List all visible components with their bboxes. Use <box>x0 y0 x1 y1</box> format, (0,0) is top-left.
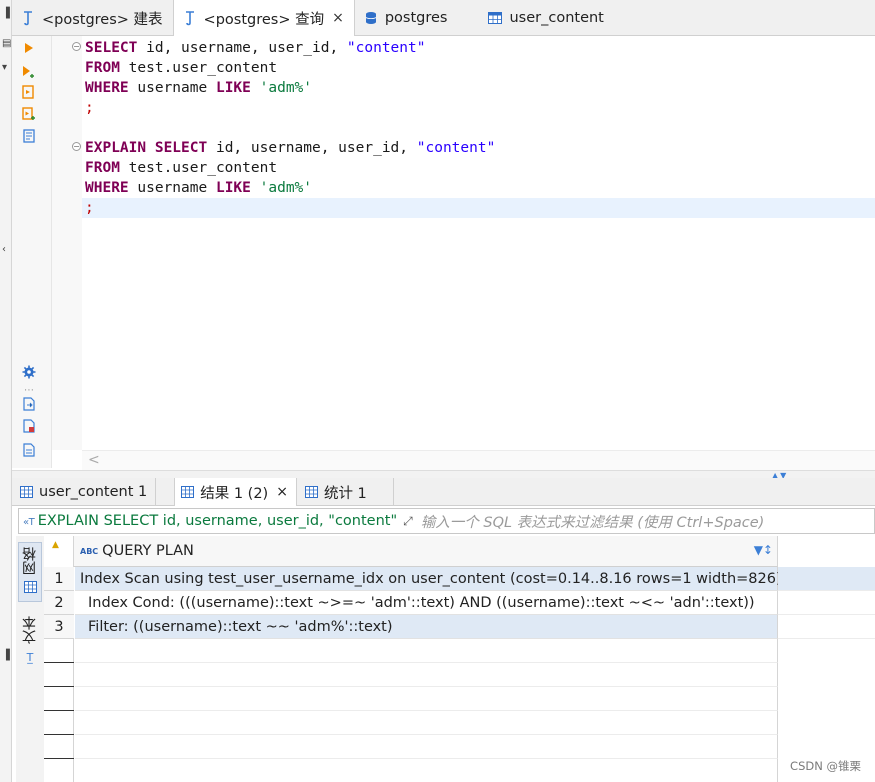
code-line: FROM test.user_content <box>85 160 278 176</box>
editor-tab-bar: <postgres> 建表 <postgres> 查询 × postgres u… <box>12 0 875 36</box>
tab-create-table[interactable]: <postgres> 建表 <box>12 0 173 36</box>
result-view-switcher: 网格 文本 T̲ <box>16 536 44 782</box>
fold-toggle-icon[interactable]: − <box>72 42 81 51</box>
result-grid: ▲ ABC QUERY PLAN ▼↕ 1 Index Scan using t… <box>44 536 875 782</box>
code-line: SELECT id, username, user_id, "content" <box>85 40 426 56</box>
explain-plan-icon[interactable] <box>21 128 37 144</box>
column-header-query-plan[interactable]: ABC QUERY PLAN ▼↕ <box>74 536 778 567</box>
row-number: 3 <box>44 615 74 639</box>
executed-query-label[interactable]: «T EXPLAIN SELECT id, username, user_id, … <box>19 513 397 529</box>
table-icon <box>20 486 33 498</box>
table-row[interactable]: 1 Index Scan using test_user_username_id… <box>44 567 875 591</box>
database-icon <box>363 10 379 26</box>
sql-script-icon <box>182 10 198 26</box>
close-icon[interactable]: × <box>332 10 344 26</box>
fold-column: − − <box>52 36 82 450</box>
tab-text-view[interactable]: 文本 T̲ <box>18 612 42 672</box>
tab-label: <postgres> 建表 <box>42 11 163 28</box>
table-icon <box>304 486 318 498</box>
panel-splitter[interactable]: ▲▼ <box>12 470 875 480</box>
sql-editor[interactable]: SELECT id, username, user_id, "content" … <box>82 36 875 450</box>
grid-icon <box>19 581 41 597</box>
tab-query[interactable]: <postgres> 查询 × <box>172 0 355 36</box>
row-fill <box>778 615 875 639</box>
query-plan-cell[interactable]: Filter: ((username)::text ~~ 'adm%'::tex… <box>75 615 778 639</box>
scroll-left-icon[interactable]: < <box>88 452 100 468</box>
code-line: WHERE username LIKE 'adm%' <box>85 80 313 96</box>
collapse-left-icon[interactable]: ‹ <box>2 244 6 255</box>
query-plan-cell[interactable]: Index Cond: (((username)::text ~>=~ 'adm… <box>75 591 778 615</box>
query-icon: «T <box>23 517 35 528</box>
execute-new-tab-icon[interactable] <box>21 64 37 80</box>
result-tab-bar: user_content 1 结果 1 (2) × 统计 1 <box>12 478 875 506</box>
current-line-highlight <box>82 198 875 218</box>
tab-statistics[interactable]: 统计 1 <box>297 478 394 506</box>
execute-script-new-tab-icon[interactable] <box>21 106 37 122</box>
tab-label: user_content <box>509 10 604 26</box>
tab-database[interactable]: postgres <box>355 0 458 36</box>
text-icon: T̲ <box>26 651 34 664</box>
empty-row <box>44 639 875 663</box>
settings-gear-icon[interactable] <box>21 364 37 380</box>
table-icon <box>487 10 503 26</box>
tab-grid-view[interactable]: 网格 <box>18 542 42 602</box>
lock-icon: ▲ <box>52 540 59 550</box>
tab-user-content-result[interactable]: user_content 1 <box>12 478 157 506</box>
execute-statement-icon[interactable] <box>21 40 37 56</box>
filter-input[interactable]: 输入一个 SQL 表达式来过滤结果 (使用 Ctrl+Space) <box>421 511 765 532</box>
table-row[interactable]: 2 Index Cond: (((username)::text ~>=~ 'a… <box>44 591 875 615</box>
column-header-label: QUERY PLAN <box>102 543 194 559</box>
expand-icon[interactable]: ⤢ <box>403 514 413 529</box>
watermark: CSDN @锥栗 <box>790 759 861 773</box>
tab-label: 统计 1 <box>323 485 367 502</box>
panel-handle-icon[interactable]: ▐ <box>2 650 10 661</box>
empty-row <box>44 687 875 711</box>
editor-action-gutter: ⋯ <box>12 36 52 468</box>
result-filter-bar: «T EXPLAIN SELECT id, username, user_id, … <box>18 508 875 534</box>
code-line: ; <box>85 100 94 116</box>
table-icon <box>181 486 195 498</box>
export-icon[interactable] <box>21 396 37 412</box>
tab-label: postgres <box>384 10 448 26</box>
code-line: EXPLAIN SELECT id, username, user_id, "c… <box>85 140 496 156</box>
tab-label: user_content 1 <box>39 484 148 500</box>
code-line: WHERE username LIKE 'adm%' <box>85 180 313 196</box>
outer-panel-strip: ▐ ▤ ▾ ‹ ▐ <box>0 0 12 782</box>
empty-row <box>44 759 875 782</box>
query-plan-cell[interactable]: Index Scan using test_user_username_idx … <box>75 567 782 591</box>
panel-handle-icon[interactable]: ▐ <box>2 8 10 19</box>
tab-label: 文本 <box>22 616 38 644</box>
editor-horizontal-scrollbar[interactable]: < <box>82 450 875 470</box>
empty-row <box>44 663 875 687</box>
panel-handle-icon[interactable]: ▤ <box>2 38 11 49</box>
row-fill <box>778 591 875 615</box>
collapse-down-icon[interactable]: ▾ <box>2 62 7 73</box>
close-icon[interactable]: × <box>276 484 288 500</box>
row-fill <box>778 567 875 591</box>
empty-row <box>44 735 875 759</box>
row-number: 2 <box>44 591 74 615</box>
code-line: ; <box>85 200 94 216</box>
empty-row <box>44 711 875 735</box>
row-number: 1 <box>44 567 74 591</box>
tab-result-1[interactable]: 结果 1 (2) × <box>174 478 297 506</box>
text-type-icon: ABC <box>80 546 99 556</box>
tab-label: 结果 1 (2) <box>200 485 269 502</box>
code-line: FROM test.user_content <box>85 60 278 76</box>
variables-icon[interactable] <box>21 442 37 458</box>
execute-script-icon[interactable] <box>21 84 37 100</box>
sort-filter-icon[interactable]: ▼↕ <box>754 543 773 557</box>
tab-table[interactable]: user_content <box>457 0 613 36</box>
fold-toggle-icon[interactable]: − <box>72 142 81 151</box>
load-file-icon[interactable] <box>21 418 37 434</box>
tab-label: <postgres> 查询 <box>203 11 325 28</box>
sql-script-icon <box>20 10 36 26</box>
table-row[interactable]: 3 Filter: ((username)::text ~~ 'adm%'::t… <box>44 615 875 639</box>
tab-label: 网格 <box>22 547 38 575</box>
